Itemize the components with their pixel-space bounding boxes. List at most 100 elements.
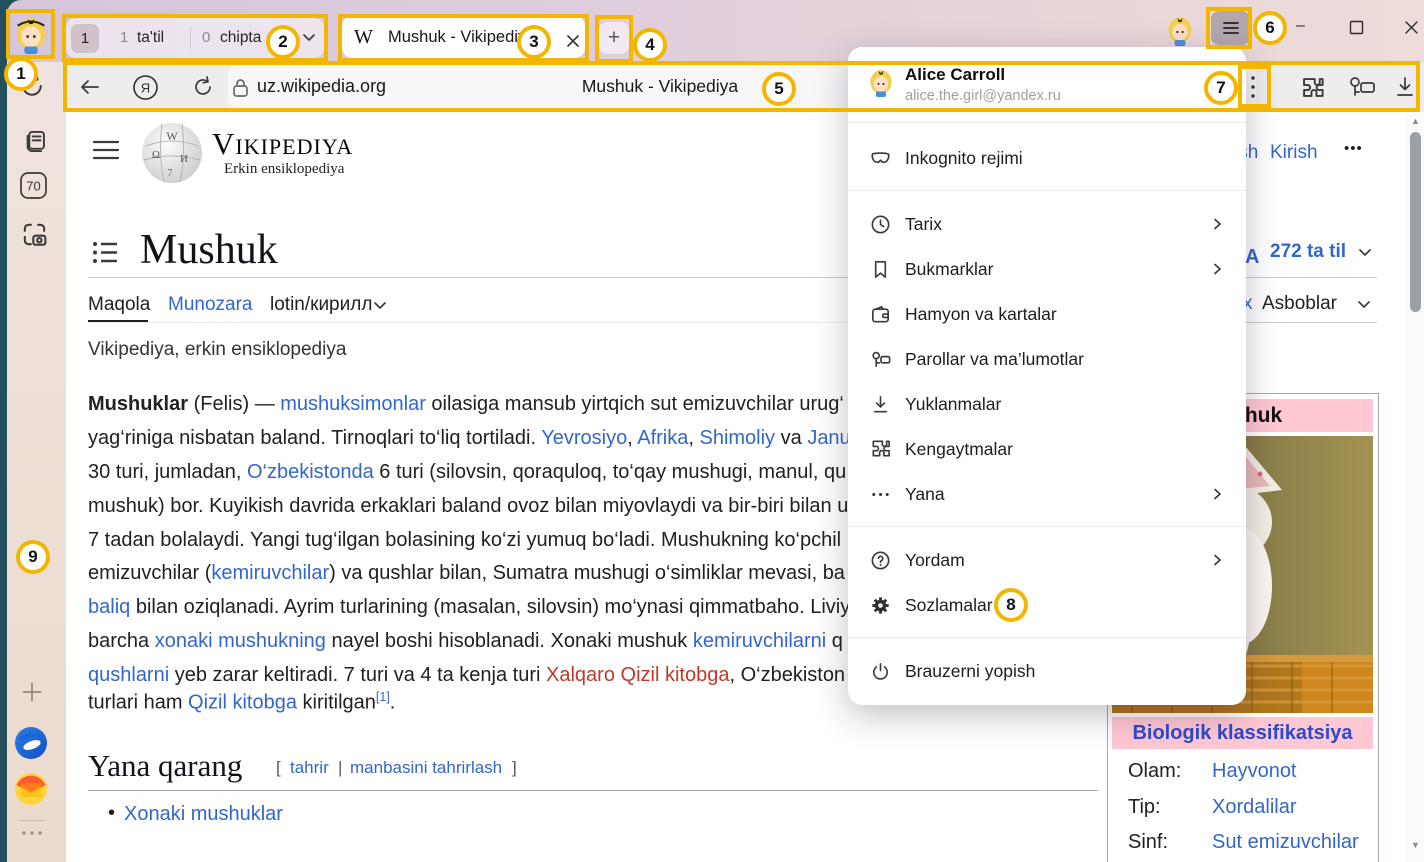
screenshot-icon[interactable] (20, 220, 49, 249)
article-heading: Mushuk (140, 226, 278, 274)
yandex-disk-icon[interactable] (14, 726, 48, 760)
power-icon (869, 660, 892, 683)
menu-item-close-browser[interactable]: Brauzerni yopish (848, 656, 1246, 686)
browser-menu-button[interactable] (1211, 11, 1250, 45)
chevron-right-icon (1208, 485, 1226, 503)
tab1-count: 1 (120, 29, 128, 46)
see-also-item-link[interactable]: Xonaki mushuklar (124, 803, 283, 826)
infobox-row-value[interactable]: Xordalilar (1212, 796, 1296, 819)
infobox-row-value[interactable]: Hayvonot (1212, 760, 1297, 783)
tools-chevron-icon[interactable] (1356, 299, 1372, 311)
downloads-toolbar-icon[interactable] (1393, 75, 1417, 99)
minimize-button[interactable]: – (1296, 17, 1305, 35)
svg-text:7: 7 (168, 168, 173, 179)
scrollbar-up-arrow[interactable]: ▲ (1409, 116, 1422, 126)
edit-link[interactable]: tahrir (290, 758, 329, 778)
languages-chevron-icon[interactable] (1357, 247, 1373, 259)
extensions-icon[interactable] (1299, 74, 1326, 101)
new-tab-button[interactable]: + (599, 22, 629, 54)
edit-pipe: | (338, 758, 342, 778)
gear-icon (869, 594, 892, 617)
sidebar-more-icon[interactable] (20, 828, 44, 838)
window-close-button[interactable] (1404, 20, 1419, 35)
menu-item-bookmarks[interactable]: Bukmarklar (848, 254, 1246, 284)
help-icon (869, 549, 892, 572)
paragraph-line: emizuvchilar (kemiruvchilar) va qushlar … (88, 556, 848, 590)
languages-button[interactable]: 272 ta til (1270, 241, 1346, 263)
menu-item-downloads[interactable]: Yuklanmalar (848, 389, 1246, 419)
tab-close-icon[interactable] (566, 34, 580, 48)
svg-text:Ω: Ω (152, 149, 160, 161)
wiki-menu-icon[interactable] (92, 138, 120, 162)
paragraph-line: 7 tadan bolalaydi. Yangi tug‘ilgan bolas… (88, 523, 848, 557)
contents-icon[interactable] (92, 240, 119, 265)
tab2-label[interactable]: chipta (220, 29, 261, 47)
menu-item-history[interactable]: Tarix (848, 209, 1246, 239)
menu-item-incognito[interactable]: Inkognito rejimi (848, 143, 1246, 173)
scrollbar-thumb[interactable] (1410, 132, 1421, 312)
annotation-5: 5 (762, 72, 796, 106)
chevron-right-icon (1208, 260, 1226, 278)
passwords-icon[interactable] (1346, 74, 1378, 101)
paragraph-line: turlari ham Qizil kitobga kiritilgan[1]. (88, 680, 848, 714)
history-clock-icon (869, 213, 892, 236)
paragraph-line: barcha xonaki mushukning nayel boshi his… (88, 624, 848, 658)
yandex-search-icon[interactable]: Я (132, 74, 159, 101)
annotation-6: 6 (1253, 11, 1287, 45)
infobox-row-label: Tip: (1128, 796, 1161, 819)
menu-item-wallet[interactable]: Hamyon va kartalar (848, 299, 1246, 329)
see-also-heading: Yana qarang (88, 748, 242, 784)
menu-user-email: alice.the.girl@yandex.ru (905, 88, 1061, 104)
sidebar-add-icon[interactable] (19, 679, 45, 705)
annotation-2: 2 (266, 25, 300, 59)
menu-item-passwords[interactable]: Parollar va ma’lumotlar (848, 344, 1246, 374)
menu-divider (848, 526, 1246, 527)
menu-item-more[interactable]: Yana (848, 479, 1246, 509)
wikipedia-globe-logo[interactable]: W Ω И 7 (140, 118, 204, 188)
menu-item-help[interactable]: Yordam (848, 545, 1246, 575)
notes-icon[interactable] (22, 128, 49, 155)
wiki-more-dots[interactable]: ••• (1344, 140, 1363, 157)
svg-text:70: 70 (26, 179, 40, 194)
url-text[interactable]: uz.wikipedia.org (257, 76, 386, 97)
wiki-logo-subtitle: Erkin ensiklopediya (224, 161, 344, 178)
maximize-button[interactable] (1349, 20, 1364, 35)
menu-divider (848, 637, 1246, 638)
lock-icon[interactable] (232, 77, 249, 98)
browser-window: 1 1 ta'til 0 chipta W Mushuk - Vikipediy… (0, 0, 1424, 862)
annotation-9: 9 (16, 540, 50, 574)
profile-avatar[interactable] (11, 13, 51, 55)
section-rule (88, 790, 1098, 791)
tab-group-chip[interactable]: 1 (71, 24, 99, 53)
tab-variant[interactable]: lotin/кирилл (270, 294, 372, 316)
puzzle-icon (869, 438, 892, 461)
titlebar-avatar[interactable] (1164, 13, 1196, 47)
tab-group-chevron-icon[interactable] (301, 31, 317, 45)
annotation-4: 4 (633, 28, 667, 62)
tab-article[interactable]: Maqola (88, 294, 150, 316)
wiki-logo-title[interactable]: Vikipediya (212, 126, 353, 162)
edit-source-link[interactable]: manbasini tahrirlash (350, 758, 502, 778)
tab-counter-badge[interactable]: 70 (19, 171, 48, 200)
tab1-label[interactable]: ta'til (137, 29, 164, 47)
menu-divider (848, 122, 1246, 123)
infobox-row-value[interactable]: Sut emizuvchilar (1212, 831, 1359, 854)
toolbar-more-icon[interactable] (1249, 73, 1257, 101)
scrollbar-down-arrow[interactable]: ▼ (1409, 840, 1422, 850)
yandex-mail-icon[interactable] (14, 772, 48, 806)
annotation-1: 1 (4, 57, 38, 91)
menu-item-settings[interactable]: Sozlamalar (848, 590, 1246, 620)
back-icon[interactable] (78, 76, 102, 98)
variant-chevron-icon[interactable] (372, 300, 388, 312)
paragraph-line: yag‘riniga nisbatan baland. Tirnoqlari t… (88, 421, 848, 455)
svg-text:Я: Я (141, 81, 150, 96)
infobox-section-header: Biologik klassifikatsiya (1112, 717, 1373, 749)
ellipsis-icon (869, 483, 892, 506)
reload-icon[interactable] (191, 75, 215, 99)
bookmark-icon (869, 258, 892, 281)
tools-menu[interactable]: Asboblar (1262, 293, 1337, 315)
wiki-login-link[interactable]: Kirish (1270, 142, 1318, 164)
annotation-3: 3 (517, 25, 551, 59)
menu-item-extensions[interactable]: Kengaytmalar (848, 434, 1246, 464)
tab-talk[interactable]: Munozara (168, 294, 253, 316)
